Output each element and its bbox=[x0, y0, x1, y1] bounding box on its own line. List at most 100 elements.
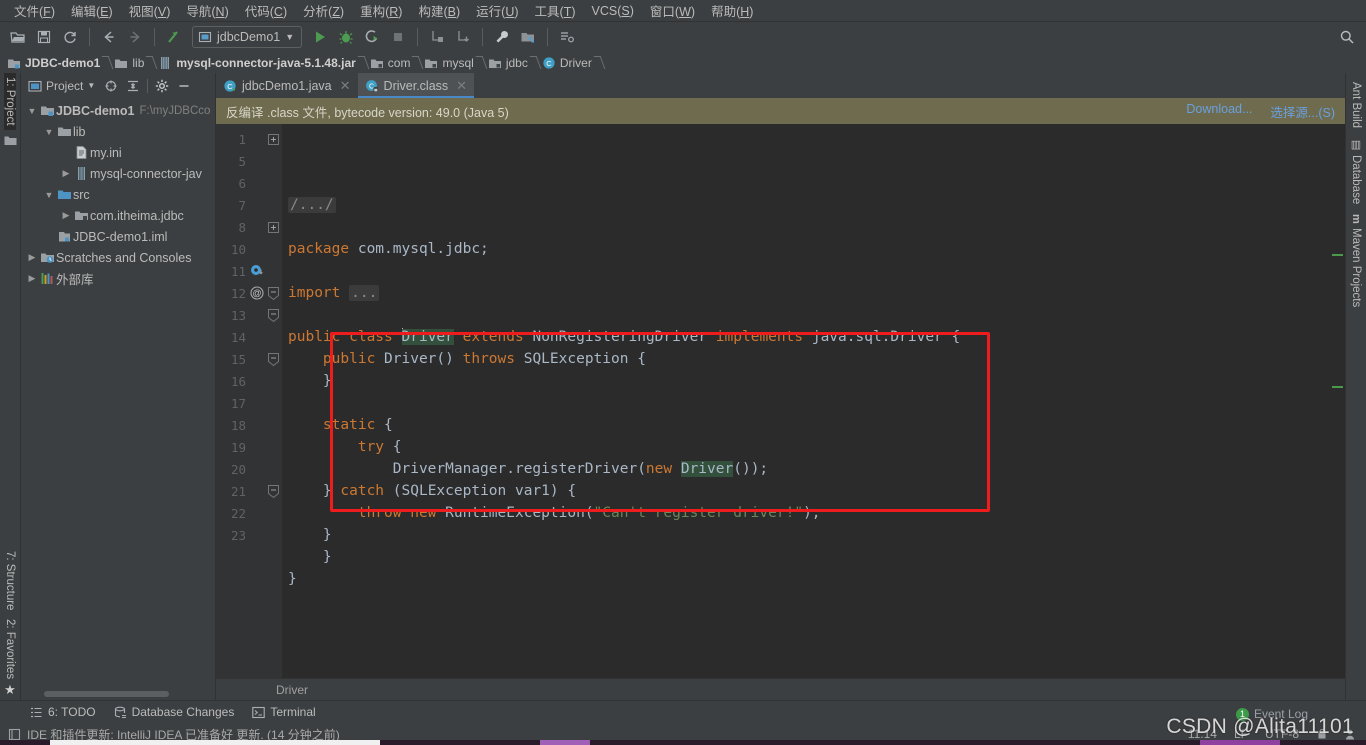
code-line[interactable] bbox=[288, 216, 1331, 238]
hide-panel-icon[interactable] bbox=[174, 76, 194, 96]
code-line[interactable]: /.../ bbox=[288, 194, 1331, 216]
implemented-method-icon[interactable] bbox=[248, 264, 266, 278]
code-line[interactable]: } bbox=[288, 370, 1331, 392]
chevron-down-icon[interactable]: ▼ bbox=[87, 81, 95, 90]
breadcrumb-item-4[interactable]: mysql bbox=[422, 52, 476, 73]
code-line[interactable]: package com.mysql.jdbc; bbox=[288, 238, 1331, 260]
code-line[interactable]: DriverManager.registerDriver(new Driver(… bbox=[288, 458, 1331, 480]
code-line[interactable]: import ... bbox=[288, 282, 1331, 304]
menu-item-2[interactable]: 视图(V) bbox=[121, 0, 179, 22]
code-line[interactable]: public Driver() throws SQLException { bbox=[288, 348, 1331, 370]
fold-collapse-icon[interactable] bbox=[266, 286, 280, 300]
breadcrumb-item-5[interactable]: jdbc bbox=[486, 52, 531, 73]
lock-icon[interactable] bbox=[1316, 728, 1328, 740]
code-line[interactable]: } bbox=[288, 568, 1331, 590]
fold-expand-icon[interactable] bbox=[266, 133, 280, 145]
gutter-line[interactable]: 15 bbox=[216, 348, 282, 370]
notification-icon[interactable] bbox=[8, 728, 21, 741]
project-structure-icon[interactable] bbox=[516, 25, 540, 49]
menu-item-3[interactable]: 导航(N) bbox=[178, 0, 236, 22]
menu-item-1[interactable]: 编辑(E) bbox=[63, 0, 121, 22]
code-line[interactable] bbox=[288, 392, 1331, 414]
run-icon[interactable] bbox=[308, 25, 332, 49]
gutter-line[interactable]: 5 bbox=[216, 150, 282, 172]
gutter-line[interactable]: 16 bbox=[216, 370, 282, 392]
code-line[interactable] bbox=[288, 304, 1331, 326]
menu-item-6[interactable]: 重构(R) bbox=[352, 0, 410, 22]
breadcrumb-item-3[interactable]: com bbox=[368, 52, 414, 73]
code-line[interactable]: try { bbox=[288, 436, 1331, 458]
gutter-line[interactable]: 22 bbox=[216, 502, 282, 524]
breadcrumb-item-1[interactable]: lib bbox=[112, 52, 147, 73]
gutter-line[interactable]: 7 bbox=[216, 194, 282, 216]
menu-item-0[interactable]: 文件(F) bbox=[6, 0, 63, 22]
chevron-down-icon[interactable]: ▼ bbox=[42, 190, 56, 200]
code-line[interactable]: } bbox=[288, 546, 1331, 568]
event-log-button[interactable]: 1 Event Log bbox=[1235, 707, 1308, 721]
annotation-marker-icon[interactable]: @ bbox=[248, 286, 266, 300]
menu-item-12[interactable]: 帮助(H) bbox=[703, 0, 761, 22]
editor-tab-0[interactable]: CjdbcDemo1.java ✕ bbox=[216, 73, 358, 98]
chevron-down-icon[interactable]: ▼ bbox=[285, 32, 294, 42]
project-tree[interactable]: ▼ JDBC-demo1 F:\myJDBCco ▼ lib my.ini ▶ mysql-c… bbox=[21, 98, 215, 688]
build-module-icon[interactable] bbox=[425, 25, 449, 49]
caret-position[interactable]: 11:14 bbox=[1188, 727, 1217, 741]
chevron-down-icon[interactable]: ▼ bbox=[42, 127, 56, 137]
tree-node[interactable]: ▶ 外部库 bbox=[21, 268, 215, 289]
gutter-line[interactable]: 18 bbox=[216, 414, 282, 436]
code-line[interactable]: } catch (SQLException var1) { bbox=[288, 480, 1331, 502]
chevron-down-icon[interactable]: ▼ bbox=[25, 106, 39, 116]
gutter-line[interactable]: 12 @ bbox=[216, 282, 282, 304]
chevron-right-icon[interactable]: ▶ bbox=[59, 210, 73, 221]
sidebar-item-database[interactable]: ▥ Database bbox=[1350, 133, 1363, 209]
tree-node[interactable]: my.ini bbox=[21, 142, 215, 163]
menu-item-11[interactable]: 窗口(W) bbox=[642, 0, 703, 22]
run-with-coverage-icon[interactable] bbox=[360, 25, 384, 49]
code-line[interactable] bbox=[288, 590, 1331, 612]
fold-collapse-icon[interactable] bbox=[266, 308, 280, 322]
gutter-line[interactable]: 1 bbox=[216, 128, 282, 150]
code-line[interactable]: static { bbox=[288, 414, 1331, 436]
code-line[interactable]: } bbox=[288, 524, 1331, 546]
tree-node[interactable]: ▶ Scratches and Consoles bbox=[21, 247, 215, 268]
code-line[interactable]: throw new RuntimeException("Can't regist… bbox=[288, 502, 1331, 524]
debug-icon[interactable] bbox=[334, 25, 358, 49]
build-artifacts-icon[interactable] bbox=[451, 25, 475, 49]
menu-item-5[interactable]: 分析(Z) bbox=[295, 0, 352, 22]
chevron-right-icon[interactable]: ▶ bbox=[59, 168, 73, 179]
tree-node[interactable]: ▶ com.itheima.jdbc bbox=[21, 205, 215, 226]
sidebar-item-maven-projects[interactable]: m Maven Projects bbox=[1350, 209, 1362, 312]
search-everywhere-icon[interactable] bbox=[1336, 26, 1358, 48]
breadcrumb-item-0[interactable]: JDBC-demo1 bbox=[5, 52, 103, 73]
menu-item-9[interactable]: 工具(T) bbox=[527, 0, 584, 22]
gutter-line[interactable]: 21 bbox=[216, 480, 282, 502]
chevron-right-icon[interactable]: ▶ bbox=[25, 252, 39, 263]
tool-window-todo[interactable]: 6: TODO bbox=[30, 705, 96, 719]
stop-icon[interactable] bbox=[386, 25, 410, 49]
project-horizontal-scrollbar[interactable] bbox=[21, 688, 215, 700]
update-project-icon[interactable] bbox=[162, 25, 186, 49]
code-line[interactable] bbox=[288, 260, 1331, 282]
gutter-line[interactable]: 19 bbox=[216, 436, 282, 458]
menu-item-7[interactable]: 构建(B) bbox=[410, 0, 468, 22]
gutter-line[interactable]: 8 bbox=[216, 216, 282, 238]
fold-collapse-icon[interactable] bbox=[266, 484, 280, 498]
back-arrow-icon[interactable] bbox=[97, 25, 121, 49]
forward-arrow-icon[interactable] bbox=[123, 25, 147, 49]
line-separator[interactable]: LF bbox=[1234, 727, 1248, 741]
sidebar-item-structure[interactable]: 7: Structure bbox=[4, 547, 16, 614]
gear-icon[interactable] bbox=[152, 76, 172, 96]
inspection-profile-icon[interactable] bbox=[1345, 728, 1358, 741]
open-folder-icon[interactable] bbox=[6, 25, 30, 49]
tree-node[interactable]: ▼ src bbox=[21, 184, 215, 205]
choose-sources-link[interactable]: 选择源...(S) bbox=[1270, 102, 1335, 121]
sync-icon[interactable] bbox=[58, 25, 82, 49]
line-number-gutter[interactable]: 1 5 6 7 8 10 11 12 @13 14 15 16 17 18 19 20 21 22 23 bbox=[216, 124, 282, 678]
tree-node[interactable]: JDBC-demo1.iml bbox=[21, 226, 215, 247]
gutter-line[interactable]: 11 bbox=[216, 260, 282, 282]
close-icon[interactable]: ✕ bbox=[340, 78, 351, 94]
settings-wrench-icon[interactable] bbox=[490, 25, 514, 49]
code-line[interactable]: public class Driver extends NonRegisteri… bbox=[288, 326, 1331, 348]
fold-expand-icon[interactable] bbox=[266, 221, 280, 233]
code-text[interactable]: /.../ package com.mysql.jdbc; import ...… bbox=[282, 124, 1331, 678]
